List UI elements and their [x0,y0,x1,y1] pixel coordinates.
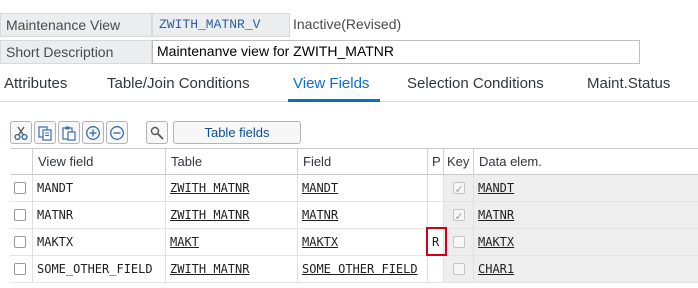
view-field-cell[interactable]: SOME_OTHER_FIELD [33,256,166,283]
column-header-view-field[interactable]: View field [33,149,166,175]
row-select-checkbox[interactable] [14,236,26,248]
key-checkbox: ✓ [453,182,465,196]
row-selector[interactable] [10,202,33,229]
row-select-checkbox[interactable] [14,263,26,275]
row-selector[interactable] [10,175,33,202]
column-header-table[interactable]: Table [166,149,298,175]
key-cell: ✓ [444,202,474,229]
row-selector[interactable] [10,256,33,283]
p-cell-highlight [426,227,447,256]
view-field-cell[interactable]: MAKTX [33,229,166,256]
paste-icon [62,126,76,141]
checkmark-icon: ✓ [455,182,463,196]
row-select-checkbox[interactable] [14,209,26,221]
delete-row-icon [110,125,124,140]
key-cell [444,229,474,256]
column-header-field[interactable]: Field [298,149,428,175]
p-cell[interactable] [428,256,444,283]
column-header-data-elem[interactable]: Data elem. [474,149,698,175]
table-cell[interactable]: ZWITH MATNR [166,256,298,283]
cut-icon [14,126,28,140]
tab-view-fields[interactable]: View Fields [293,74,369,94]
choose-icon [150,126,164,140]
short-description-label: Short Description [0,40,152,64]
field-cell[interactable]: MATNR [298,202,428,229]
tab-maint-status[interactable]: Maint.Status [587,74,670,94]
table-cell[interactable]: ZWITH MATNR [166,175,298,202]
tab-selection-conditions[interactable]: Selection Conditions [407,74,544,94]
paste-button[interactable] [58,121,80,144]
select-column-header [10,149,33,175]
view-field-cell[interactable]: MATNR [33,202,166,229]
data-element-cell[interactable]: MANDT [474,175,698,202]
copy-button[interactable] [34,121,56,144]
status-text: Inactive(Revised) [293,16,402,32]
column-header-key[interactable]: Key [444,149,474,175]
key-cell [444,256,474,283]
data-element-cell[interactable]: MAKTX [474,229,698,256]
column-header-p[interactable]: P [428,149,444,175]
short-description-input[interactable]: Maintenanve view for ZWITH_MATNR [152,40,640,64]
view-field-cell[interactable]: MANDT [33,175,166,202]
active-tab-underline [288,99,380,102]
maintenance-view-field[interactable]: ZWITH_MATNR_V [152,13,290,37]
copy-icon [38,125,52,141]
key-checkbox [453,263,465,275]
table-cell[interactable]: MAKT [166,229,298,256]
checkmark-icon: ✓ [455,209,463,223]
field-cell[interactable]: MAKTX [298,229,428,256]
choose-button[interactable] [146,121,168,144]
row-select-checkbox[interactable] [14,182,26,194]
insert-row-icon [86,125,100,140]
key-checkbox [453,236,465,248]
field-cell[interactable]: MANDT [298,175,428,202]
maintenance-view-label: Maintenance View [0,13,152,37]
key-cell: ✓ [444,175,474,202]
data-element-cell[interactable]: MATNR [474,202,698,229]
p-cell[interactable] [428,202,444,229]
key-checkbox: ✓ [453,209,465,223]
field-cell[interactable]: SOME OTHER FIELD [298,256,428,283]
cut-button[interactable] [10,121,32,144]
delete-row-button[interactable] [106,121,128,144]
data-element-cell[interactable]: CHAR1 [474,256,698,283]
row-selector[interactable] [10,229,33,256]
table-cell[interactable]: ZWITH MATNR [166,202,298,229]
p-cell[interactable] [428,175,444,202]
table-fields-button[interactable]: Table fields [173,121,301,144]
tab-table-join-conditions[interactable]: Table/Join Conditions [107,74,250,94]
insert-row-button[interactable] [82,121,104,144]
tab-attributes[interactable]: Attributes [4,74,67,94]
